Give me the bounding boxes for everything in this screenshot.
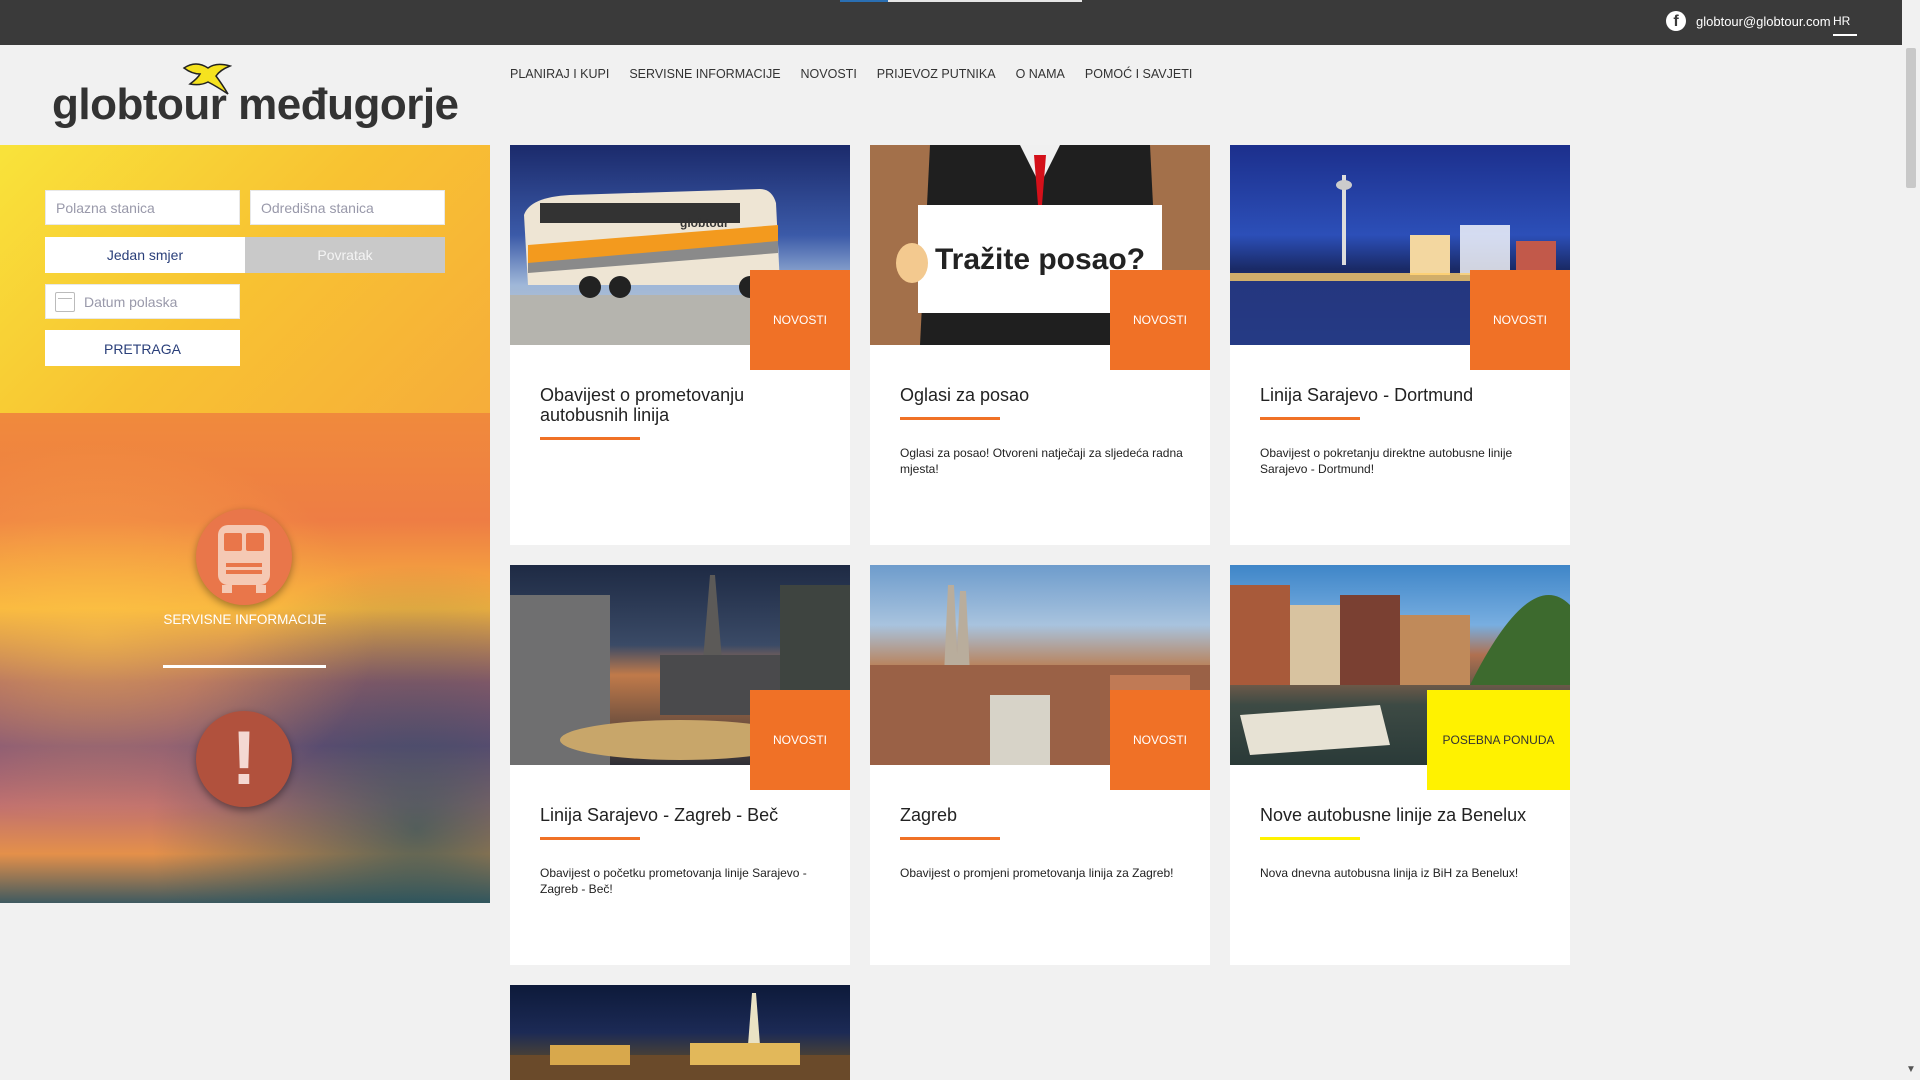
card-underline [1260,837,1360,840]
nav-item-novosti[interactable]: NOVOSTI [801,67,857,81]
top-bar: f globtour@globtour.com HR [0,0,1902,45]
card-underline [900,417,1000,420]
contact-email-link[interactable]: globtour@globtour.com [1696,14,1831,29]
card-title[interactable]: Linija Sarajevo - Zagreb - Beč [540,805,830,825]
page-scrollbar[interactable]: ▼ [1902,0,1920,1080]
card-underline [540,437,640,440]
news-card[interactable]: POSEBNA PONUDA Nove autobusne linije za … [1230,565,1570,965]
card-title[interactable]: Linija Sarajevo - Dortmund [1260,385,1550,405]
card-description: Obavijest o početku prometovanja linije … [540,866,807,896]
alert-icon[interactable]: ! [196,711,292,807]
calendar-icon [55,292,75,312]
scrollbar-thumb[interactable] [1906,48,1916,188]
bus-icon[interactable] [196,509,292,605]
language-selector[interactable]: HR [1833,14,1857,36]
news-card[interactable]: NOVOSTI Linija Sarajevo - Zagreb - Beč O… [510,565,850,965]
main-nav: PLANIRAJ I KUPI SERVISNE INFORMACIJE NOV… [510,67,1212,81]
return-tab[interactable]: Povratak [245,237,445,273]
card-underline [1260,417,1360,420]
date-placeholder: Datum polaska [84,294,178,310]
destination-input[interactable]: Odredišna stanica [250,190,445,225]
card-tag[interactable]: NOVOSTI [750,270,850,370]
one-way-tab[interactable]: Jedan smjer [45,237,245,273]
search-panel: Polazna stanica Odredišna stanica Jedan … [0,145,490,413]
facebook-icon[interactable]: f [1666,11,1686,31]
card-tag[interactable]: NOVOSTI [750,690,850,790]
top-progress-indicator [840,0,888,2]
scroll-down-icon[interactable]: ▼ [1906,1064,1916,1075]
news-card[interactable] [510,985,850,1080]
card-title[interactable]: Obavijest o prometovanju autobusnih lini… [540,385,830,425]
card-underline [540,837,640,840]
news-card[interactable]: NOVOSTI Zagreb Obavijest o promjeni prom… [870,565,1210,965]
nav-item-o-nama[interactable]: O NAMA [1016,67,1065,81]
top-progress-track [888,0,1082,2]
card-title[interactable]: Oglasi za posao [900,385,1190,405]
news-card[interactable]: globtour NOVOSTI Obavijest o prometovanj… [510,145,850,545]
service-underline [163,665,326,668]
search-button[interactable]: PRETRAGA [45,330,240,366]
nav-item-pomoc[interactable]: POMOĆ I SAVJETI [1085,67,1192,81]
card-tag[interactable]: NOVOSTI [1470,270,1570,370]
card-description: Obavijest o promjeni prometovanja linija… [900,866,1174,880]
nav-item-planiraj[interactable]: PLANIRAJ I KUPI [510,67,609,81]
logo[interactable]: globtour međugorje [52,80,459,130]
card-description: Oglasi za posao! Otvoreni natječaji za s… [900,446,1183,476]
card-tag-special-offer[interactable]: POSEBNA PONUDA [1427,690,1570,790]
nav-item-servisne[interactable]: SERVISNE INFORMACIJE [629,67,780,81]
bus-livery-text: globtour [680,216,729,230]
card-image-night-city [510,985,850,1080]
service-info-label[interactable]: SERVISNE INFORMACIJE [0,612,490,627]
service-panel: SERVISNE INFORMACIJE ! [0,413,490,903]
news-card[interactable]: NOVOSTI Linija Sarajevo - Dortmund Obavi… [1230,145,1570,545]
card-description: Obavijest o pokretanju direktne autobusn… [1260,446,1513,476]
card-description: Nova dnevna autobusna linija iz BiH za B… [1260,866,1519,880]
card-tag[interactable]: NOVOSTI [1110,270,1210,370]
departure-input[interactable]: Polazna stanica [45,190,240,225]
card-title[interactable]: Zagreb [900,805,1190,825]
card-tag[interactable]: NOVOSTI [1110,690,1210,790]
card-underline [900,837,1000,840]
nav-item-prijevoz[interactable]: PRIJEVOZ PUTNIKA [877,67,996,81]
card-title[interactable]: Nove autobusne linije za Benelux [1260,805,1550,825]
news-card[interactable]: Tražite posao? NOVOSTI Oglasi za posao O… [870,145,1210,545]
date-input[interactable]: Datum polaska [45,284,240,319]
